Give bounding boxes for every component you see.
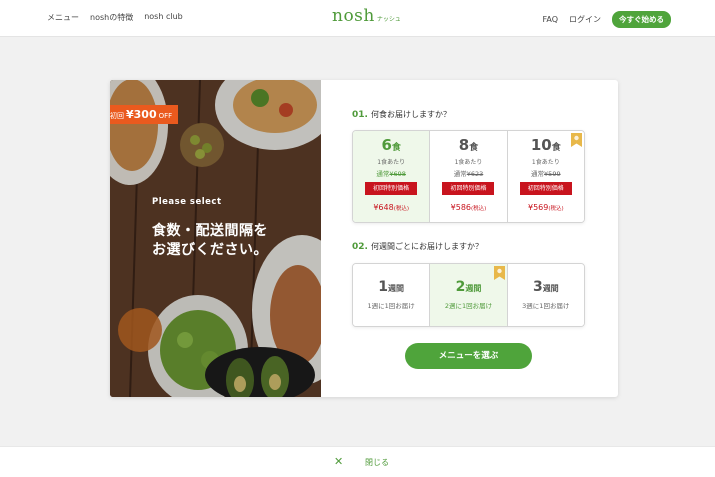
week-count-number: 1 — [378, 279, 389, 295]
meal-count-unit: 食 — [469, 143, 479, 153]
special-price-value: ¥586 — [450, 203, 472, 212]
week-count-unit: 週間 — [542, 284, 559, 293]
meal-count-options: 6食 1食あたり 通常¥698 初回特別価格 ¥648(税込) 8食 1食あたり… — [352, 130, 585, 223]
choose-menu-button[interactable]: メニューを選ぶ — [405, 343, 532, 369]
per-meal-label: 1食あたり — [531, 159, 560, 166]
per-meal-label: 1食あたり — [377, 159, 406, 166]
discount-prefix: 初回 — [110, 112, 124, 120]
normal-price-value: ¥698 — [389, 170, 406, 178]
normal-price: 通常¥698 — [353, 168, 429, 178]
bottom-bar: ✕ 閉じる — [0, 446, 715, 477]
question-label: 何週間ごとにお届けしますか？ — [370, 242, 483, 251]
recommend-ribbon-icon — [493, 266, 505, 280]
nav-link-menu[interactable]: メニュー — [47, 12, 79, 23]
select-headline: 食数・配送間隔を お選びください。 — [152, 222, 312, 260]
nosh-logo[interactable]: nosh ナッシュ — [332, 6, 401, 26]
week-count-label: 1週間 — [353, 279, 429, 295]
delivery-frequency: 1週に1回お届け — [367, 302, 415, 310]
normal-price-value: ¥599 — [544, 170, 561, 178]
food-photo: 初回 ¥300 OFF Please select 食数・配送間隔を お選びくださ… — [110, 80, 321, 397]
week-count-number: 2 — [455, 279, 466, 295]
normal-price: 通常¥599 — [508, 168, 584, 178]
special-price: ¥648(税込) — [353, 203, 429, 212]
nav-link-nosh-club[interactable]: nosh club — [144, 12, 183, 23]
special-price-value: ¥569 — [527, 203, 549, 212]
week-count-unit: 週間 — [388, 284, 405, 293]
logo-subtext: ナッシュ — [376, 16, 401, 23]
special-price-label: 初回特別価格 — [442, 182, 495, 195]
top-header: メニュー noshの特徴 nosh club nosh ナッシュ FAQ ログイ… — [0, 0, 715, 37]
recommend-ribbon-icon — [570, 133, 582, 147]
headline-line-1: 食数・配送間隔を — [152, 223, 268, 239]
start-now-button[interactable]: 今すぐ始める — [612, 11, 671, 28]
plan-select-modal: 初回 ¥300 OFF Please select 食数・配送間隔を お選びくださ… — [110, 80, 618, 397]
meal-count-number: 8 — [458, 136, 470, 154]
close-icon[interactable]: ✕ — [334, 455, 343, 468]
special-price: ¥586(税込) — [430, 203, 506, 212]
normal-price: 通常¥623 — [430, 168, 506, 178]
delivery-frequency: 2週に1回お届け — [444, 302, 493, 310]
question-delivery-interval: 02. 何週間ごとにお届けしますか？ — [352, 241, 483, 252]
interval-option-1[interactable]: 1週間 1週に1回お届け — [353, 264, 431, 326]
normal-price-prefix: 通常 — [376, 170, 390, 178]
meal-count-unit: 食 — [391, 143, 401, 153]
tax-label: (税込) — [393, 206, 409, 212]
week-count-label: 2週間 — [430, 279, 506, 295]
tax-label: (税込) — [548, 206, 564, 212]
delivery-frequency: 3週に1回お届け — [522, 302, 570, 310]
header-actions: FAQ ログイン 今すぐ始める — [543, 11, 671, 28]
special-price-label: 初回特別価格 — [519, 182, 572, 195]
question-meal-count: 01. 何食お届けしますか？ — [352, 109, 451, 120]
special-price: ¥569(税込) — [508, 203, 584, 212]
headline-line-2: お選びください。 — [152, 242, 268, 258]
discount-amount: ¥300 — [126, 108, 157, 121]
question-number: 01. — [352, 110, 368, 120]
per-meal-label: 1食あたり — [454, 159, 483, 166]
meal-count-number: 10 — [530, 136, 552, 154]
question-number: 02. — [352, 242, 368, 252]
meal-count-unit: 食 — [551, 143, 561, 153]
discount-suffix: OFF — [158, 112, 173, 120]
meal-count-number: 6 — [381, 136, 392, 154]
week-count-label: 3週間 — [508, 279, 584, 295]
delivery-interval-options: 1週間 1週に1回お届け 2週間 2週に1回お届け 3週間 3週に1回お届け — [352, 263, 585, 327]
interval-option-3[interactable]: 3週間 3週に1回お届け — [507, 264, 584, 326]
week-count-number: 3 — [532, 279, 543, 295]
meal-count-label: 8食 — [430, 136, 506, 154]
week-count-unit: 週間 — [465, 284, 482, 293]
main-nav: メニュー noshの特徴 nosh club — [47, 12, 183, 23]
login-link[interactable]: ログイン — [569, 14, 601, 25]
please-select-text: Please select — [152, 197, 222, 207]
nav-link-features[interactable]: noshの特徴 — [90, 12, 133, 23]
logo-text: nosh — [332, 6, 375, 26]
tax-label: (税込) — [471, 206, 487, 212]
normal-price-prefix: 通常 — [531, 170, 545, 178]
special-price-label: 初回特別価格 — [365, 182, 418, 195]
faq-link[interactable]: FAQ — [543, 15, 559, 24]
normal-price-prefix: 通常 — [453, 170, 467, 178]
interval-option-2[interactable]: 2週間 2週に1回お届け — [430, 264, 508, 326]
meal-option-10[interactable]: 10食 1食あたり 通常¥599 初回特別価格 ¥569(税込) — [507, 131, 584, 222]
first-order-discount-badge: 初回 ¥300 OFF — [110, 105, 179, 124]
meal-option-8[interactable]: 8食 1食あたり 通常¥623 初回特別価格 ¥586(税込) — [430, 131, 508, 222]
normal-price-value: ¥623 — [466, 170, 484, 178]
special-price-value: ¥648 — [373, 203, 394, 212]
meal-option-6[interactable]: 6食 1食あたり 通常¥698 初回特別価格 ¥648(税込) — [353, 131, 431, 222]
meal-count-label: 6食 — [353, 136, 429, 154]
question-label: 何食お届けしますか？ — [370, 110, 451, 119]
close-button[interactable]: 閉じる — [365, 457, 389, 468]
